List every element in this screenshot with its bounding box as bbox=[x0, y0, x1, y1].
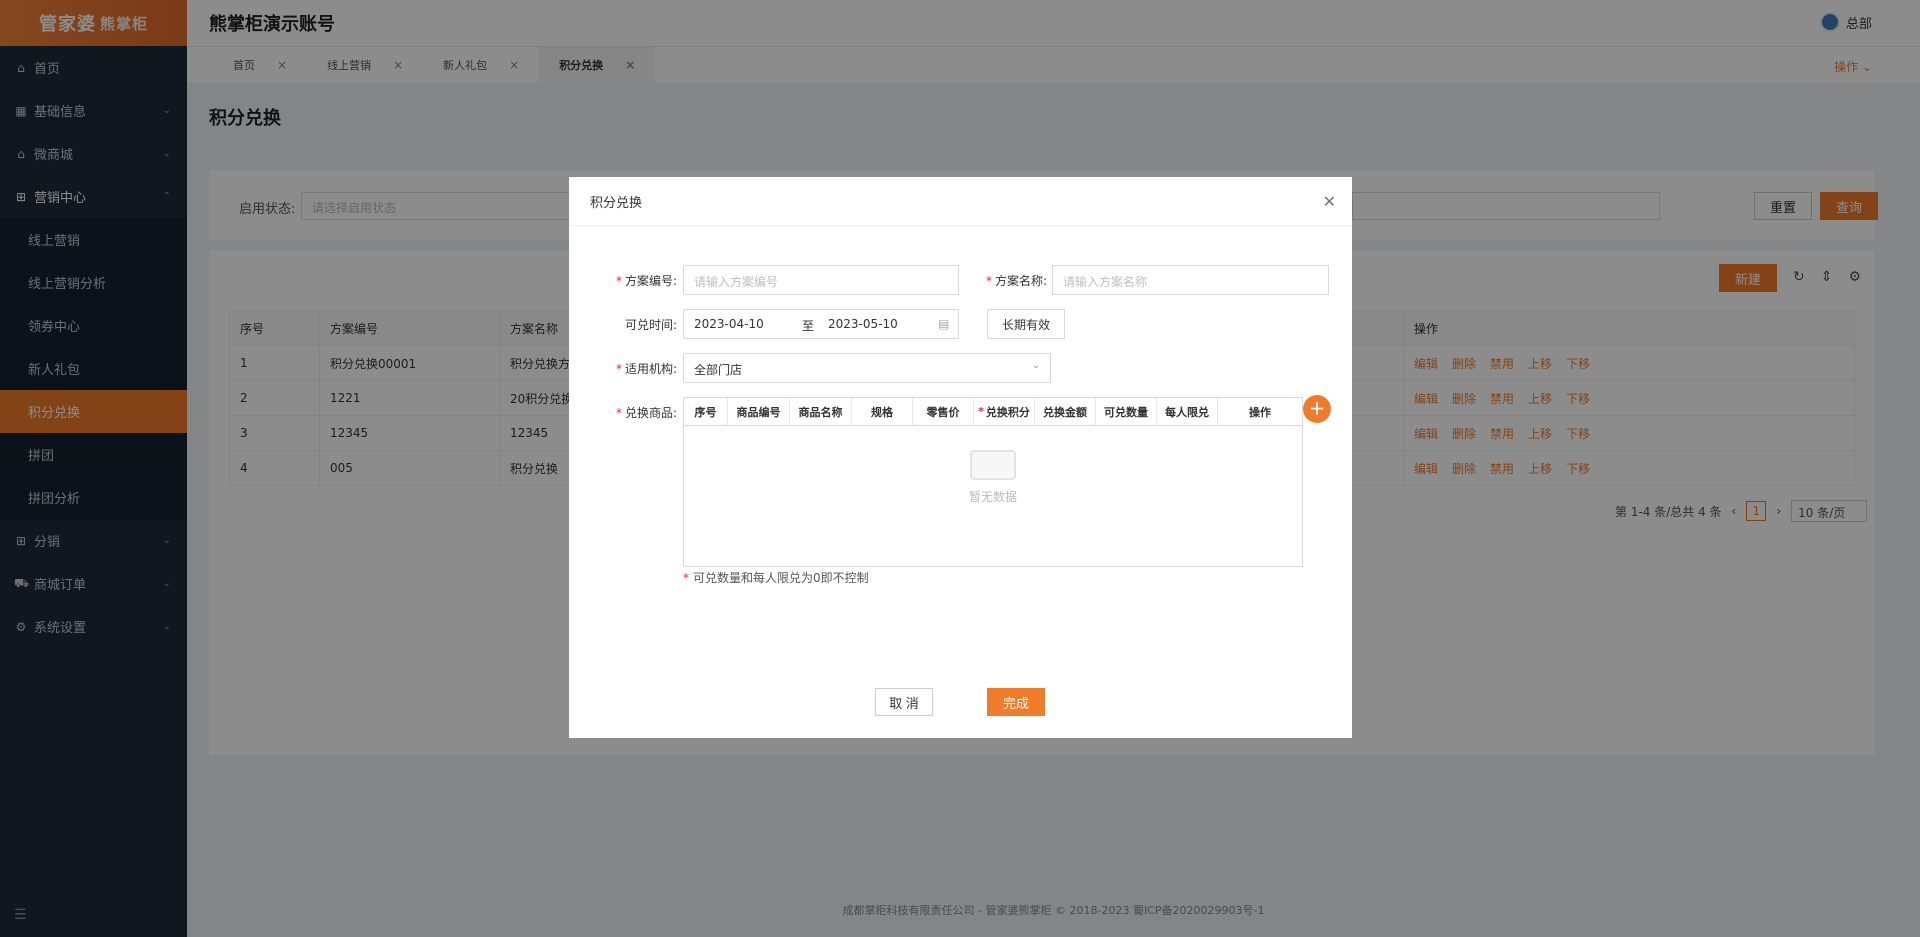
col-header-goods-code: 商品编号 bbox=[728, 398, 790, 425]
name-label-text: 方案名称: bbox=[994, 274, 1047, 288]
chevron-down-icon: ⌄ bbox=[1031, 360, 1040, 371]
code-label-text: 方案编号: bbox=[624, 274, 677, 288]
col-header-available-qty: 可兑数量 bbox=[1096, 398, 1157, 425]
org-label-text: 适用机构: bbox=[624, 362, 677, 376]
col-header-spec: 规格 bbox=[852, 398, 913, 425]
hint-text: 可兑数量和每人限兑为0即不控制 bbox=[693, 571, 869, 585]
col-header-retail-price: 零售价 bbox=[913, 398, 974, 425]
org-select[interactable]: 全部门店 ⌄ bbox=[683, 353, 1051, 383]
col-header-exchange-points: * 兑换积分 bbox=[974, 398, 1035, 425]
empty-inbox-icon bbox=[970, 450, 1016, 480]
org-label: * 适用机构: bbox=[597, 360, 677, 377]
required-mark: * bbox=[683, 571, 689, 585]
start-date[interactable]: 2023-04-10 bbox=[694, 317, 764, 331]
col-header-no: 序号 bbox=[684, 398, 728, 425]
code-label: * 方案编号: bbox=[597, 272, 677, 289]
required-mark: * bbox=[615, 406, 622, 420]
goods-table-header: 序号 商品编号 商品名称 规格 零售价 * 兑换积分 兑换金额 可兑数量 每人限兑… bbox=[684, 398, 1302, 426]
time-label: 可兑时间: bbox=[624, 318, 677, 332]
goods-label-text: 兑换商品: bbox=[624, 406, 677, 420]
done-button[interactable]: 完成 bbox=[987, 688, 1045, 716]
dialog-header: 积分兑换 bbox=[569, 177, 1352, 226]
points-exchange-dialog: 积分兑换 ✕ * 方案编号: 请输入方案编号 * 方案名称: 请输入方案名称 可兑时… bbox=[569, 177, 1352, 738]
goods-label: * 兑换商品: bbox=[597, 404, 677, 421]
scheme-name-input[interactable]: 请输入方案名称 bbox=[1052, 265, 1329, 295]
dialog-title: 积分兑换 bbox=[590, 195, 643, 211]
empty-text: 暂无数据 bbox=[968, 490, 1017, 504]
col-header-exchange-amount: 兑换金额 bbox=[1035, 398, 1096, 425]
date-range-picker[interactable]: 2023-04-10 至 2023-05-10 ▤ bbox=[683, 309, 959, 339]
col-header-per-person-limit: 每人限兑 bbox=[1157, 398, 1218, 425]
calendar-icon: ▤ bbox=[938, 317, 950, 331]
name-label: * 方案名称: bbox=[967, 272, 1047, 289]
close-icon[interactable]: ✕ bbox=[1323, 192, 1336, 211]
col-header-goods-name: 商品名称 bbox=[790, 398, 852, 425]
scheme-code-input[interactable]: 请输入方案编号 bbox=[683, 265, 959, 295]
date-separator: 至 bbox=[802, 319, 815, 333]
col-header-text: 兑换积分 bbox=[985, 405, 1030, 419]
org-select-value: 全部门店 bbox=[694, 363, 743, 377]
goods-table: 序号 商品编号 商品名称 规格 零售价 * 兑换积分 兑换金额 可兑数量 每人限兑… bbox=[683, 397, 1303, 567]
empty-state: 暂无数据 bbox=[684, 450, 1302, 505]
col-header-actions: 操作 bbox=[1249, 405, 1271, 419]
quantity-hint: * 可兑数量和每人限兑为0即不控制 bbox=[683, 569, 869, 586]
cancel-button[interactable]: 取 消 bbox=[875, 688, 933, 716]
required-mark: * bbox=[985, 274, 992, 288]
required-mark: * bbox=[615, 362, 622, 376]
required-mark: * bbox=[978, 405, 984, 418]
long-term-button[interactable]: 长期有效 bbox=[987, 309, 1065, 339]
add-goods-button[interactable]: + bbox=[1303, 395, 1331, 423]
required-mark: * bbox=[615, 274, 622, 288]
end-date[interactable]: 2023-05-10 bbox=[828, 317, 898, 331]
